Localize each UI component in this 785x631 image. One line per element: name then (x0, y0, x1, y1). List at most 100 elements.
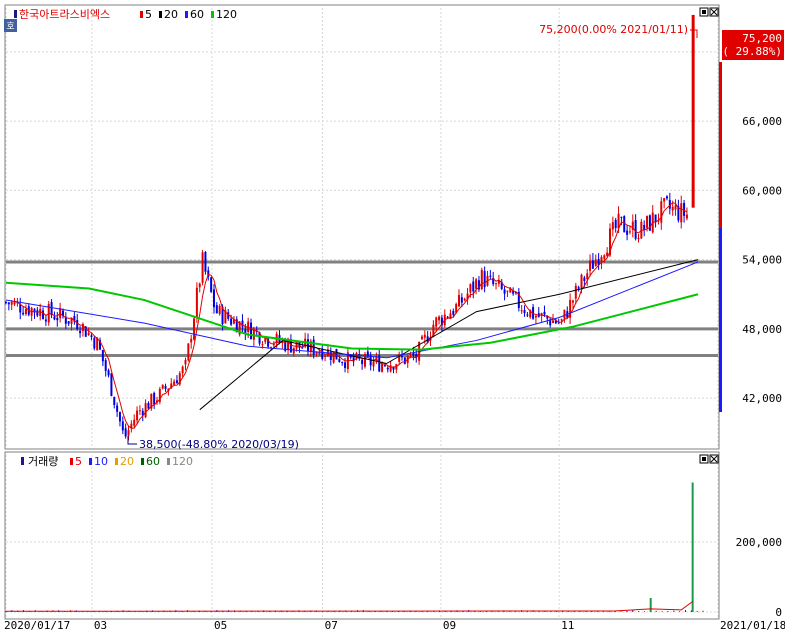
candle-body (680, 203, 683, 223)
candle-body (580, 274, 583, 288)
candle-body (190, 338, 193, 343)
candle-body (144, 403, 147, 418)
candle-body (321, 348, 324, 359)
price-panel-maximize-button[interactable] (699, 7, 709, 17)
candle-body (472, 281, 475, 292)
candle-body (563, 309, 566, 319)
candle-body (5, 301, 7, 303)
candle-body (637, 238, 640, 240)
candle-body (423, 334, 426, 338)
candle-body (685, 214, 688, 219)
candle-body (198, 283, 201, 288)
candle-body (335, 348, 338, 360)
candle-body (401, 356, 404, 358)
candle-body (646, 215, 649, 228)
candle-body (110, 373, 113, 396)
candle-body (383, 365, 386, 367)
candle-body (691, 14, 695, 208)
date-tick-label: 05 (214, 619, 227, 631)
candle-body (586, 273, 589, 280)
legend-swatch (89, 458, 92, 465)
candle-body (458, 295, 461, 307)
candle-body (560, 319, 563, 321)
price-tick-label: 48,000 (742, 323, 782, 336)
price-legend-marker (14, 10, 17, 18)
date-tick-label: 09 (443, 619, 456, 631)
candle-body (409, 353, 412, 355)
candle-body (161, 384, 164, 389)
legend-swatch (141, 458, 144, 465)
date-tick-label: 2021/01/18 (720, 619, 785, 631)
candle-body (392, 367, 395, 370)
date-tick-label: 11 (561, 619, 574, 631)
volume-panel (4, 451, 720, 620)
candle-body (76, 319, 79, 329)
candle-body (611, 222, 614, 230)
candle-body (571, 300, 574, 303)
candle-body (153, 392, 156, 405)
candle-body (378, 355, 381, 372)
price-tick-label: 60,000 (742, 184, 782, 197)
candle-body (420, 336, 423, 340)
candle-body (534, 316, 537, 318)
candle-body (620, 216, 623, 218)
candle-body (344, 362, 347, 368)
candle-body (10, 301, 13, 305)
candle-body (634, 220, 637, 239)
candle-body (381, 363, 384, 372)
candle-body (175, 380, 178, 384)
volume-axis: 200,000 0 (736, 536, 782, 619)
price-tick-label: 54,000 (742, 254, 782, 267)
volume-panel-maximize-button[interactable] (699, 454, 709, 464)
volume-spike (649, 598, 652, 612)
legend-label: 20 (120, 455, 134, 468)
candle-body (523, 310, 526, 314)
volume-spike (691, 482, 694, 612)
candle-body (463, 298, 466, 301)
legend-label: 60 (190, 8, 204, 21)
candle-body (24, 308, 27, 315)
volume-tick-label: 0 (775, 606, 782, 619)
candle-body (230, 318, 233, 325)
stock-chart: 72,00066,00060,00054,00048,00042,000 200… (4, 4, 785, 631)
candle-body (136, 410, 139, 421)
price-range-bar-up (719, 62, 722, 228)
candle-body (42, 310, 45, 319)
candle-body (93, 337, 96, 349)
candle-body (195, 287, 198, 318)
candle-body (648, 215, 651, 231)
candle-body (184, 359, 187, 365)
candle-body (603, 255, 606, 259)
price-range-bar-down (719, 228, 722, 412)
candle-body (475, 279, 478, 289)
candle-body (665, 196, 668, 199)
settings-icon-glyph: 호 (6, 21, 14, 32)
legend-swatch (70, 458, 73, 465)
candle-body (583, 277, 586, 282)
candle-body (121, 421, 124, 431)
high-annotation: 75,200(0.00% 2021/01/11) (539, 23, 688, 36)
price-panel-close-button[interactable] (709, 7, 719, 17)
legend-label: 5 (75, 455, 82, 468)
candle-body (341, 362, 344, 364)
candle-body (116, 405, 119, 412)
candle-body (193, 318, 196, 340)
date-tick-label: 07 (325, 619, 338, 631)
stock-name: 한국아트라스비엑스 (19, 8, 110, 21)
legend-swatch (115, 458, 118, 465)
legend-label: 120 (216, 8, 237, 21)
candle-body (438, 316, 441, 321)
candle-body (187, 343, 190, 361)
candle-body (204, 251, 207, 272)
legend-swatch (140, 11, 143, 18)
candle-body (104, 360, 107, 371)
date-axis: 2020/01/17 03 05 07 09 11 2021/01/18 (4, 619, 785, 631)
legend-swatch (159, 11, 162, 18)
current-price-text: 75,200 (742, 32, 782, 45)
candle-body (90, 335, 93, 338)
volume-panel-close-button[interactable] (709, 454, 719, 464)
candle-body (361, 359, 364, 365)
candle-body (674, 205, 677, 210)
candle-body (22, 312, 25, 315)
candle-body (212, 289, 215, 308)
